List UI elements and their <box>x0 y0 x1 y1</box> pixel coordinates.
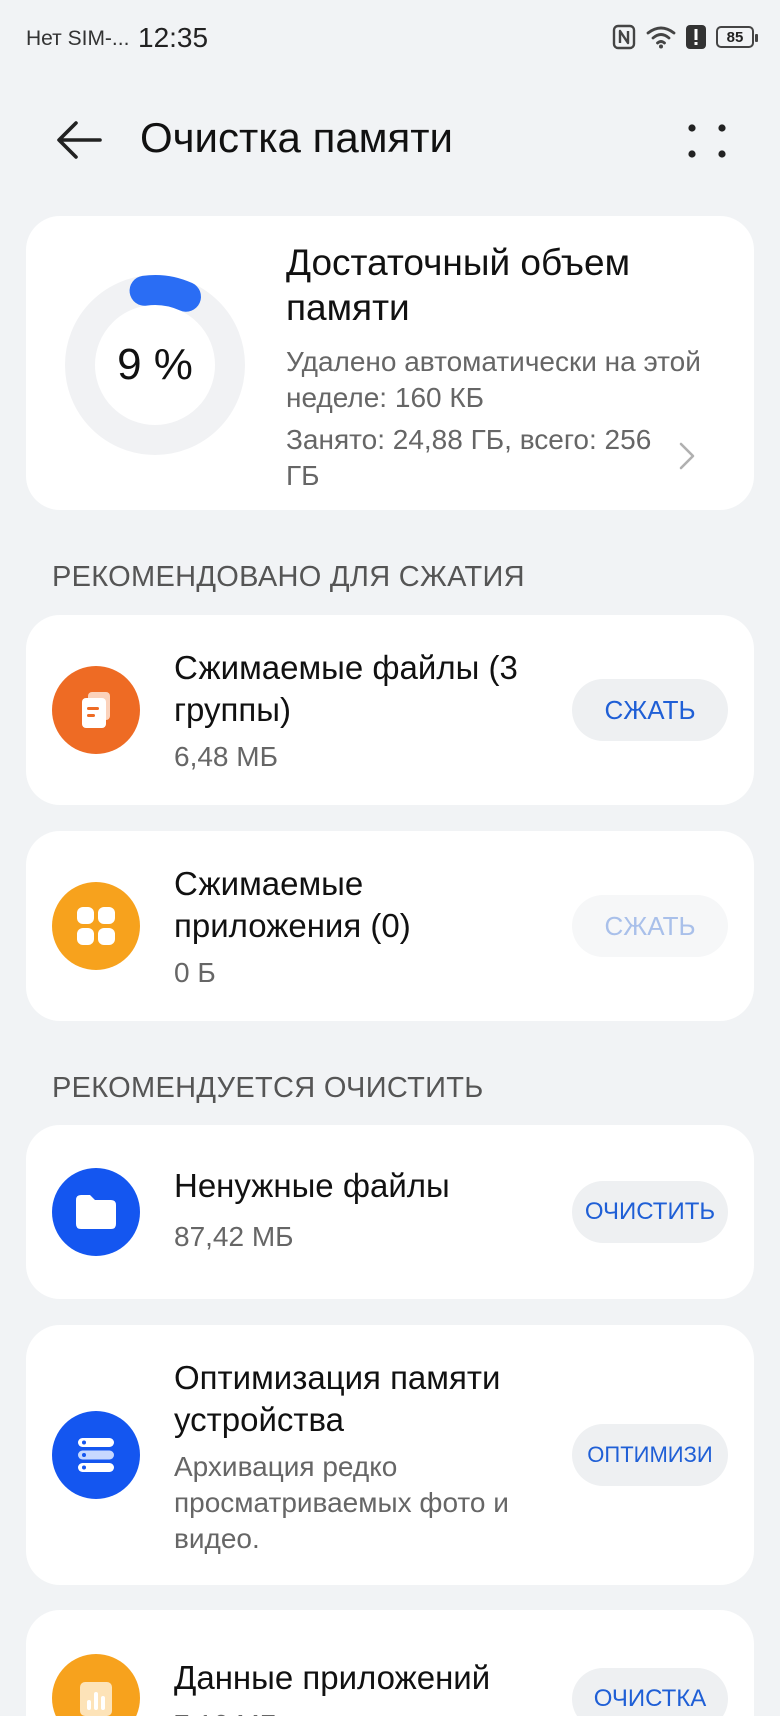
back-arrow-icon <box>57 121 102 159</box>
page-title: Очистка памяти <box>140 114 453 161</box>
item-description: Архивация редко просматриваемых фото и в… <box>174 1451 509 1554</box>
chevron-right-icon <box>679 442 695 470</box>
list-item-junk-files[interactable]: Ненужные файлы 87,42 МБ ОЧИСТИТЬ <box>26 1125 754 1299</box>
item-size: 0 Б <box>174 957 216 988</box>
bar-chart-icon <box>52 1654 140 1716</box>
item-size: 87,42 МБ <box>174 1221 294 1252</box>
item-title: Данные приложений <box>174 1659 491 1696</box>
section-title-clean: РЕКОМЕНДУЕТСЯ ОЧИСТИТЬ <box>52 1072 484 1104</box>
carrier-label: Нет SIM-... <box>26 27 130 50</box>
compress-files-button[interactable]: СЖАТЬ <box>572 679 728 741</box>
list-item-compressible-apps[interactable]: Сжимаемые приложения (0) 0 Б СЖАТЬ <box>26 831 754 1021</box>
auto-deleted-text: Удалено автоматически на этой неделе: 16… <box>286 346 701 413</box>
item-size: 6,48 МБ <box>174 741 278 772</box>
nfc-icon <box>612 24 636 50</box>
wifi-icon <box>646 26 676 49</box>
storage-summary-card[interactable]: 9 % Достаточный объем памяти Удалено авт… <box>26 216 754 510</box>
compress-files-icon <box>52 666 140 754</box>
item-title: Оптимизация памяти устройства <box>174 1359 501 1438</box>
clean-junk-button[interactable]: ОЧИСТИТЬ <box>572 1181 728 1243</box>
storage-percent: 9 % <box>117 340 193 389</box>
storage-status-title: Достаточный объем памяти <box>286 242 631 328</box>
section-title-compress: РЕКОМЕНДОВАНО ДЛЯ СЖАТИЯ <box>52 561 525 593</box>
apps-grid-icon <box>52 882 140 970</box>
folder-icon <box>52 1168 140 1256</box>
more-options-button[interactable] <box>682 112 732 168</box>
status-icons: 85 <box>612 24 758 50</box>
item-title: Сжимаемые приложения (0) <box>174 865 411 944</box>
item-title: Сжимаемые файлы (3 группы) <box>174 649 518 728</box>
list-item-app-data[interactable]: Данные приложений 7,16 МБ ОЧИСТКА <box>26 1610 754 1716</box>
alert-icon <box>686 25 706 49</box>
item-size: 7,16 МБ <box>174 1707 534 1716</box>
list-item-storage-optimization[interactable]: Оптимизация памяти устройства Архивация … <box>26 1325 754 1585</box>
more-dots-icon <box>688 124 726 158</box>
clock: 12:35 <box>138 22 209 53</box>
app-data-clean-button[interactable]: ОЧИСТКА <box>572 1668 728 1716</box>
item-title: Ненужные файлы <box>174 1167 450 1204</box>
status-bar: Нет SIM-... 12:35 85 <box>0 0 780 80</box>
storage-stack-icon <box>52 1411 140 1499</box>
compress-apps-button[interactable]: СЖАТЬ <box>572 895 728 957</box>
back-button[interactable] <box>48 112 108 168</box>
storage-usage-text: Занято: 24,88 ГБ, всего: 256 ГБ <box>286 424 652 491</box>
list-item-compressible-files[interactable]: Сжимаемые файлы (3 группы) 6,48 МБ СЖАТЬ <box>26 615 754 805</box>
app-header: Очистка памяти <box>0 90 780 190</box>
battery-icon: 85 <box>716 26 758 48</box>
optimize-button[interactable]: ОПТИМИЗИ <box>572 1424 728 1486</box>
